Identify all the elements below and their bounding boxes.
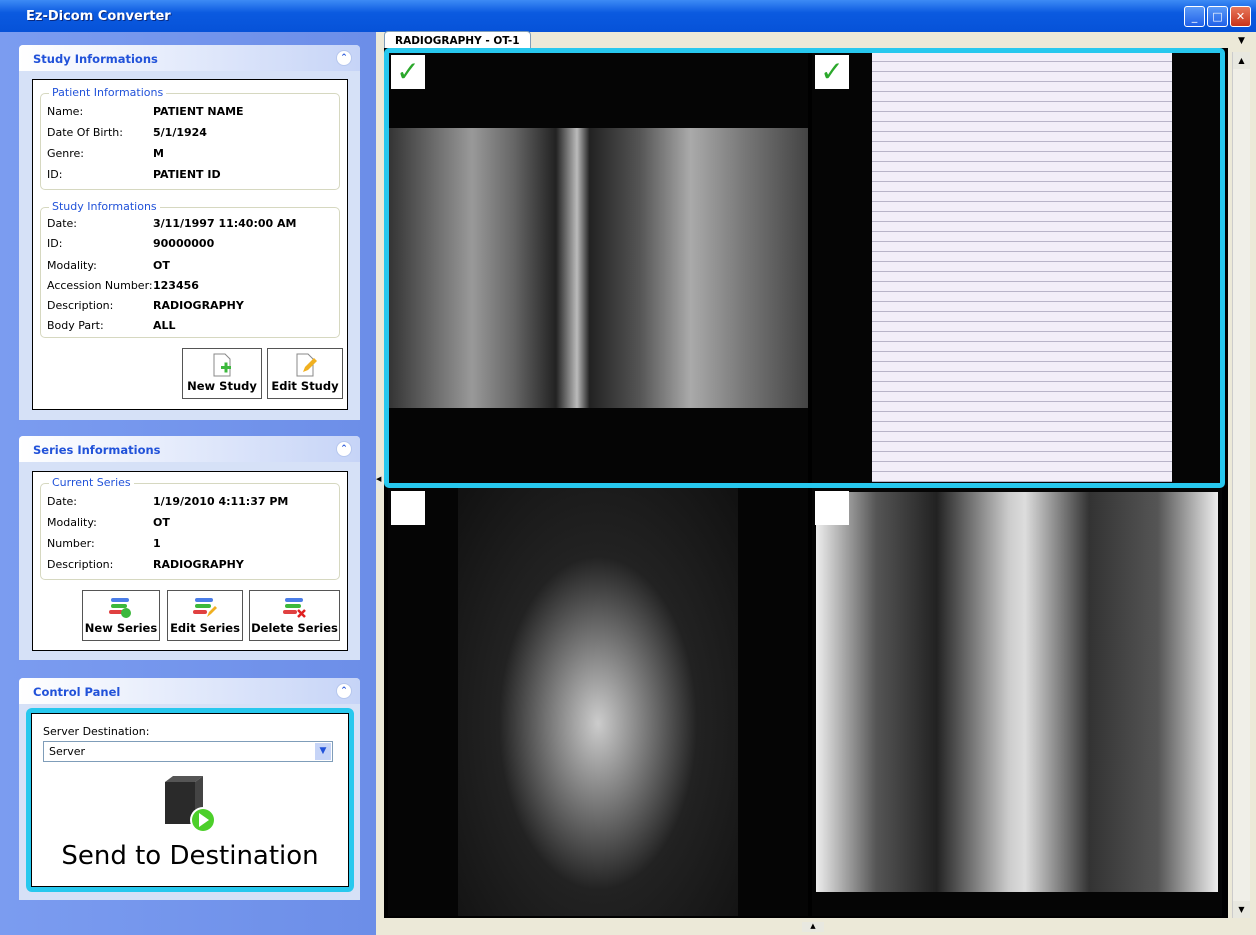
server-destination-label: Server Destination: — [43, 725, 150, 738]
new-study-button[interactable]: New Study — [182, 348, 262, 399]
image-cell-document[interactable]: ✓ — [812, 52, 1222, 484]
delete-series-icon — [282, 598, 306, 618]
new-series-button[interactable]: New Series — [82, 590, 160, 641]
patient-informations-group: Patient Informations Name: PATIENT NAME D… — [40, 86, 340, 190]
current-series-group: Current Series Date: 1/19/2010 4:11:37 PM… — [40, 476, 340, 580]
image-cell-hand[interactable] — [388, 488, 808, 916]
collapse-icon[interactable]: ⌃ — [336, 683, 352, 699]
checkmark-icon[interactable]: ✓ — [391, 55, 425, 89]
control-panel: Control Panel ⌃ Server Destination: Serve… — [19, 678, 360, 900]
series-informations-panel: Series Informations ⌃ Current Series Date… — [19, 436, 360, 660]
maximize-button[interactable]: □ — [1207, 6, 1228, 27]
study-informations-panel: Study Informations ⌃ Patient Informations… — [19, 45, 360, 420]
close-button[interactable]: ✕ — [1230, 6, 1251, 27]
vertical-scrollbar[interactable]: ▲ ▼ — [1232, 52, 1250, 918]
image-grid: ✓ ✓ — [384, 48, 1228, 918]
delete-series-button[interactable]: Delete Series — [249, 590, 340, 641]
checkbox-icon[interactable] — [815, 491, 849, 525]
tab-radiography[interactable]: RADIOGRAPHY - OT-1 — [384, 31, 531, 49]
new-document-icon — [213, 353, 231, 377]
hand-xray-image — [458, 488, 738, 916]
edit-document-icon — [296, 353, 317, 377]
title-bar: Ez-Dicom Converter — [0, 0, 1256, 32]
checkmark-icon[interactable]: ✓ — [815, 55, 849, 89]
edit-series-button[interactable]: Edit Series — [167, 590, 243, 641]
study-informations-group: Study Informations Date: 3/11/1997 11:40:… — [40, 200, 340, 338]
document-image — [872, 52, 1172, 482]
panel-title: Series Informations — [33, 443, 161, 457]
collapse-icon[interactable]: ⌃ — [336, 50, 352, 66]
new-series-icon — [109, 598, 131, 618]
collapse-left-icon[interactable]: ◀ — [376, 475, 383, 489]
panel-title: Study Informations — [33, 52, 158, 66]
checkbox-icon[interactable] — [391, 491, 425, 525]
tab-list-dropdown-icon[interactable]: ▼ — [1238, 36, 1245, 46]
knee-xray-image — [388, 128, 808, 408]
window-title: Ez-Dicom Converter — [26, 9, 171, 24]
chest-xray-image — [816, 492, 1218, 892]
image-cell-knee[interactable]: ✓ — [388, 52, 808, 484]
minimize-button[interactable]: _ — [1184, 6, 1205, 27]
panel-title: Control Panel — [33, 685, 121, 699]
image-cell-chest[interactable] — [812, 488, 1222, 916]
server-destination-select[interactable]: Server ▼ — [43, 741, 333, 762]
chevron-down-icon[interactable]: ▼ — [315, 743, 331, 760]
scroll-up-icon[interactable]: ▲ — [1233, 52, 1250, 69]
scroll-down-icon[interactable]: ▼ — [1233, 901, 1250, 918]
send-to-destination-button[interactable]: Send to Destination — [32, 774, 348, 884]
edit-study-button[interactable]: Edit Study — [267, 348, 343, 399]
server-send-icon — [165, 776, 216, 833]
expand-bottom-icon[interactable]: ▲ — [802, 922, 824, 932]
collapse-icon[interactable]: ⌃ — [336, 441, 352, 457]
edit-series-icon — [193, 598, 217, 617]
